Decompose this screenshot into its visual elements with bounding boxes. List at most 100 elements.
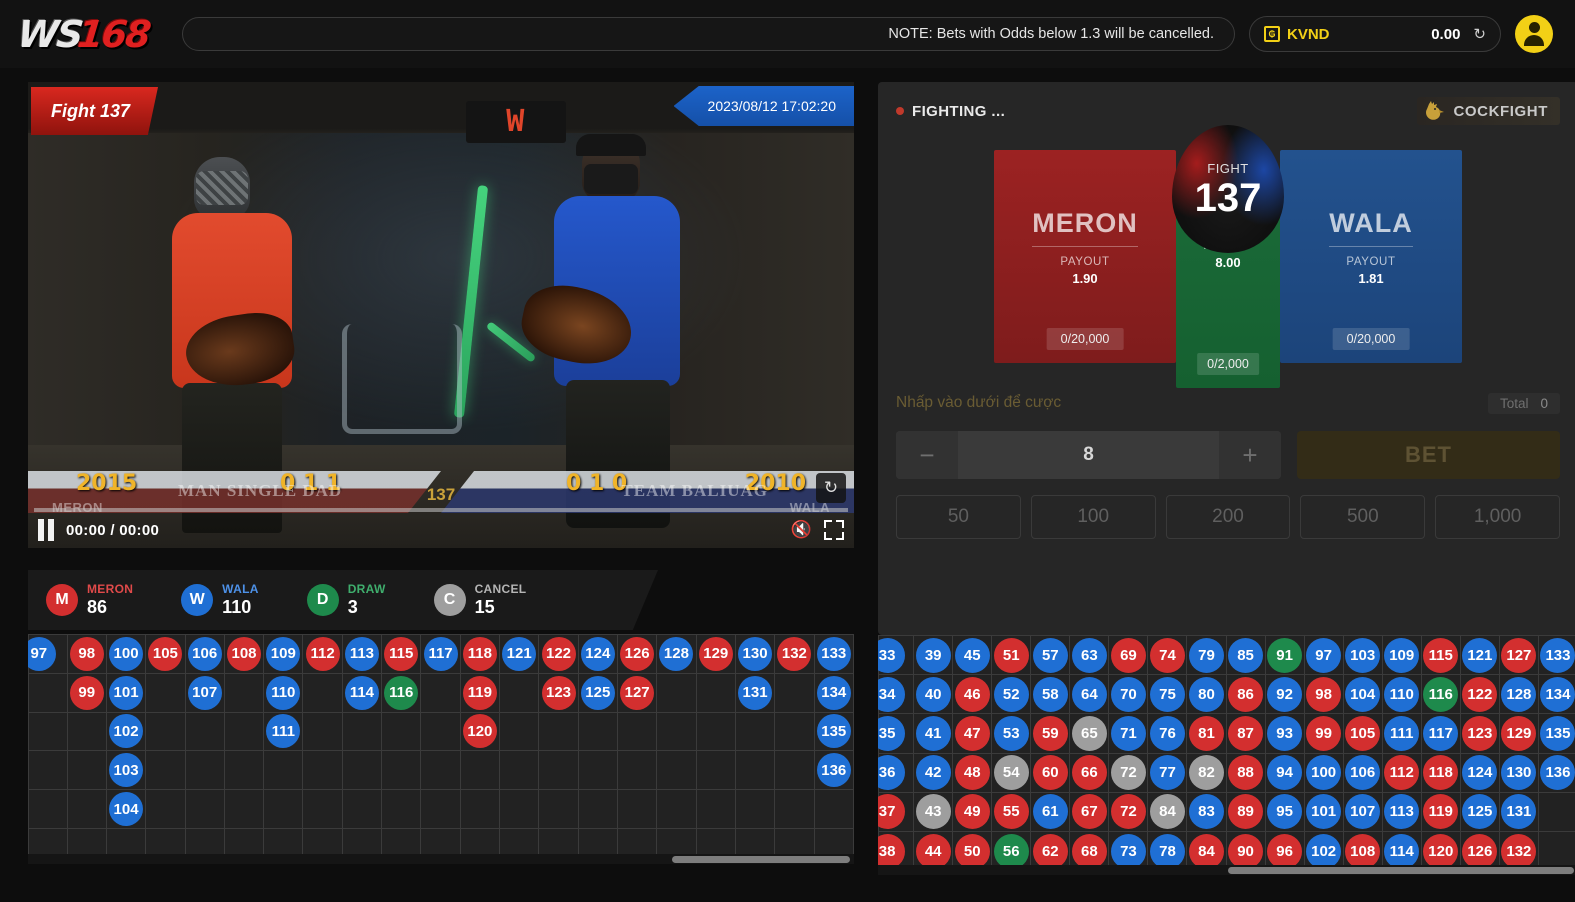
meron-handler-mask bbox=[196, 170, 249, 205]
roadmap-cell: 58 bbox=[1030, 674, 1071, 715]
fight-badge-label: FIGHT bbox=[1207, 160, 1249, 176]
site-logo[interactable]: WS 168 bbox=[15, 11, 168, 57]
stake-increase-button[interactable]: + bbox=[1219, 431, 1281, 479]
roadmap-ball-wala: 45 bbox=[954, 637, 990, 673]
roadmap-cell bbox=[263, 750, 304, 791]
roadmap-right-scrollbar[interactable] bbox=[878, 865, 1575, 875]
pause-icon[interactable] bbox=[38, 519, 54, 541]
logo-text-ws: WS bbox=[15, 12, 84, 56]
quick-stake-chip-100[interactable]: 100 bbox=[1030, 495, 1156, 539]
roadmap-ball-wala: 101 bbox=[1306, 794, 1342, 830]
roadmap-cell: 122 bbox=[538, 634, 579, 674]
scoreboard-meron-amount: 2015 bbox=[76, 471, 138, 496]
bet-option-wala[interactable]: WALA PAYOUT 1.81 0/20,000 bbox=[1280, 150, 1462, 363]
roadmap-ball-meron: 88 bbox=[1228, 755, 1264, 791]
roadmap-cell bbox=[66, 711, 107, 752]
balance-widget[interactable]: ₲ KVND 0.00 ↻ bbox=[1249, 16, 1501, 52]
video-player[interactable]: W Fight 137 2023/08/12 17:02:20 2015 0 1… bbox=[28, 82, 854, 548]
quick-stake-chip-500[interactable]: 500 bbox=[1300, 495, 1426, 539]
roadmap-cell: 111 bbox=[263, 711, 304, 752]
stake-stepper[interactable]: − 8 + bbox=[896, 431, 1281, 479]
roadmap-cell bbox=[577, 789, 618, 829]
stat-count-cancel: 15 bbox=[474, 596, 495, 617]
fullscreen-icon[interactable] bbox=[824, 520, 844, 540]
roadmap-left-scroll-thumb[interactable] bbox=[671, 856, 850, 863]
roadmap-ball-wala: 130 bbox=[1501, 755, 1537, 791]
roadmap-cell: 91 bbox=[1264, 635, 1305, 676]
roadmap-ball-wala: 113 bbox=[1384, 794, 1420, 830]
roadmap-ball-draw: 116 bbox=[384, 675, 419, 710]
roadmap-ball-wala: 114 bbox=[1384, 833, 1420, 869]
wallet-icon: ₲ bbox=[1264, 26, 1280, 42]
roadmap-bead-plate-table: 33 39 45 51 57 63 69 74 79 85 91 97 103 109 115 121 127 1… bbox=[878, 635, 1575, 872]
muted-speaker-icon[interactable]: 🔇 bbox=[791, 520, 812, 540]
roadmap-row: 104 bbox=[28, 789, 854, 829]
roadmap-cell: 115 bbox=[381, 634, 422, 674]
roadmap-ball-wala: 75 bbox=[1149, 676, 1185, 712]
roadmap-ball-wala: 124 bbox=[1462, 755, 1498, 791]
roadmap-ball-meron: 48 bbox=[954, 755, 990, 791]
bet-option-meron[interactable]: MERON PAYOUT 1.90 0/20,000 bbox=[994, 150, 1176, 363]
roadmap-ball-wala: 97 bbox=[1306, 637, 1342, 673]
roadmap-cell: 125 bbox=[1459, 791, 1500, 832]
roadmap-ball-wala: 110 bbox=[266, 675, 301, 710]
roadmap-cell bbox=[66, 789, 107, 829]
roadmap-cell: 130 bbox=[734, 634, 776, 674]
roadmap-ball-wala: 128 bbox=[1501, 676, 1537, 712]
quick-stake-chip-50[interactable]: 50 bbox=[896, 495, 1021, 539]
roadmap-ball-wala: 77 bbox=[1149, 755, 1185, 791]
roadmap-right-scroll-thumb[interactable] bbox=[1227, 867, 1574, 874]
video-progress-bar[interactable] bbox=[34, 508, 848, 512]
roadmap-cell: 89 bbox=[1225, 791, 1266, 832]
roadmap-cell: 129 bbox=[1498, 713, 1539, 754]
stat-label-draw: DRAW bbox=[347, 582, 386, 597]
draw-bet-limit: 0/2,000 bbox=[1197, 353, 1259, 375]
roadmap-ball-meron: 89 bbox=[1228, 794, 1264, 830]
roadmap-cell: 133 bbox=[1537, 635, 1575, 676]
roadmap-ball-meron: 87 bbox=[1228, 715, 1264, 751]
wala-handler-mask bbox=[584, 163, 639, 194]
roadmap-cell bbox=[223, 750, 265, 791]
roadmap-bead-plate[interactable]: 33 39 45 51 57 63 69 74 79 85 91 97 103 109 115 121 127 1… bbox=[878, 635, 1575, 875]
roadmap-cell: 106 bbox=[184, 634, 225, 674]
roadmap-ball-wala: 133 bbox=[816, 636, 851, 671]
roadmap-cell: 123 bbox=[1459, 713, 1500, 754]
place-bet-button[interactable]: BET bbox=[1297, 431, 1560, 479]
roadmap-cell bbox=[302, 672, 343, 713]
quick-stake-chip-1000[interactable]: 1,000 bbox=[1435, 495, 1560, 539]
roadmap-cell bbox=[656, 750, 697, 791]
roadmap-ball-wala: 102 bbox=[1306, 833, 1342, 869]
stake-decrease-button[interactable]: − bbox=[896, 431, 958, 479]
refresh-balance-icon[interactable]: ↻ bbox=[1473, 27, 1486, 42]
roadmap-cell: 66 bbox=[1069, 752, 1110, 793]
scoreboard-wala-score: 0 1 0 bbox=[566, 471, 628, 496]
meron-title: MERON bbox=[1032, 208, 1138, 247]
roadmap-row: 37 43 49 55 61 67 72 84 83 89 95 101 107 113 119 125 131 bbox=[878, 791, 1575, 832]
roadmap-cell: 64 bbox=[1069, 674, 1110, 715]
fight-badge-number: 137 bbox=[1194, 175, 1262, 220]
roadmap-ball-meron: 59 bbox=[1032, 715, 1068, 751]
roadmap-cell bbox=[774, 750, 815, 791]
roadmap-big-road[interactable]: 97 98 100 105 106 108 109 112 113 115 117 118 121 122… bbox=[28, 634, 854, 864]
roadmap-ball-meron: 96 bbox=[1267, 833, 1303, 869]
meron-payout-value: 1.90 bbox=[1072, 271, 1098, 286]
roadmap-ball-meron: 119 bbox=[462, 675, 497, 710]
roadmap-cell: 36 bbox=[878, 752, 915, 793]
user-avatar-icon[interactable] bbox=[1515, 15, 1553, 53]
roadmap-ball-wala: 133 bbox=[1540, 637, 1575, 673]
roadmap-ball-wala: 121 bbox=[502, 636, 537, 671]
roadmap-ball-wala: 106 bbox=[187, 636, 222, 671]
roadmap-cell bbox=[420, 750, 461, 791]
reload-stream-icon[interactable]: ↻ bbox=[816, 473, 846, 503]
roadmap-cell: 116 bbox=[381, 672, 422, 713]
roadmap-cell bbox=[734, 711, 776, 752]
roadmap-cell: 41 bbox=[913, 713, 954, 754]
roadmap-cell bbox=[302, 750, 343, 791]
stat-count-wala: 110 bbox=[222, 596, 252, 617]
stream-timestamp: 2023/08/12 17:02:20 bbox=[673, 86, 854, 126]
quick-stake-chip-200[interactable]: 200 bbox=[1165, 495, 1291, 539]
roadmap-left-scrollbar[interactable] bbox=[28, 854, 854, 864]
stake-amount-input[interactable]: 8 bbox=[958, 431, 1219, 479]
draw-payout-value: 8.00 bbox=[1215, 255, 1241, 270]
roadmap-ball-wala: 40 bbox=[915, 676, 951, 712]
